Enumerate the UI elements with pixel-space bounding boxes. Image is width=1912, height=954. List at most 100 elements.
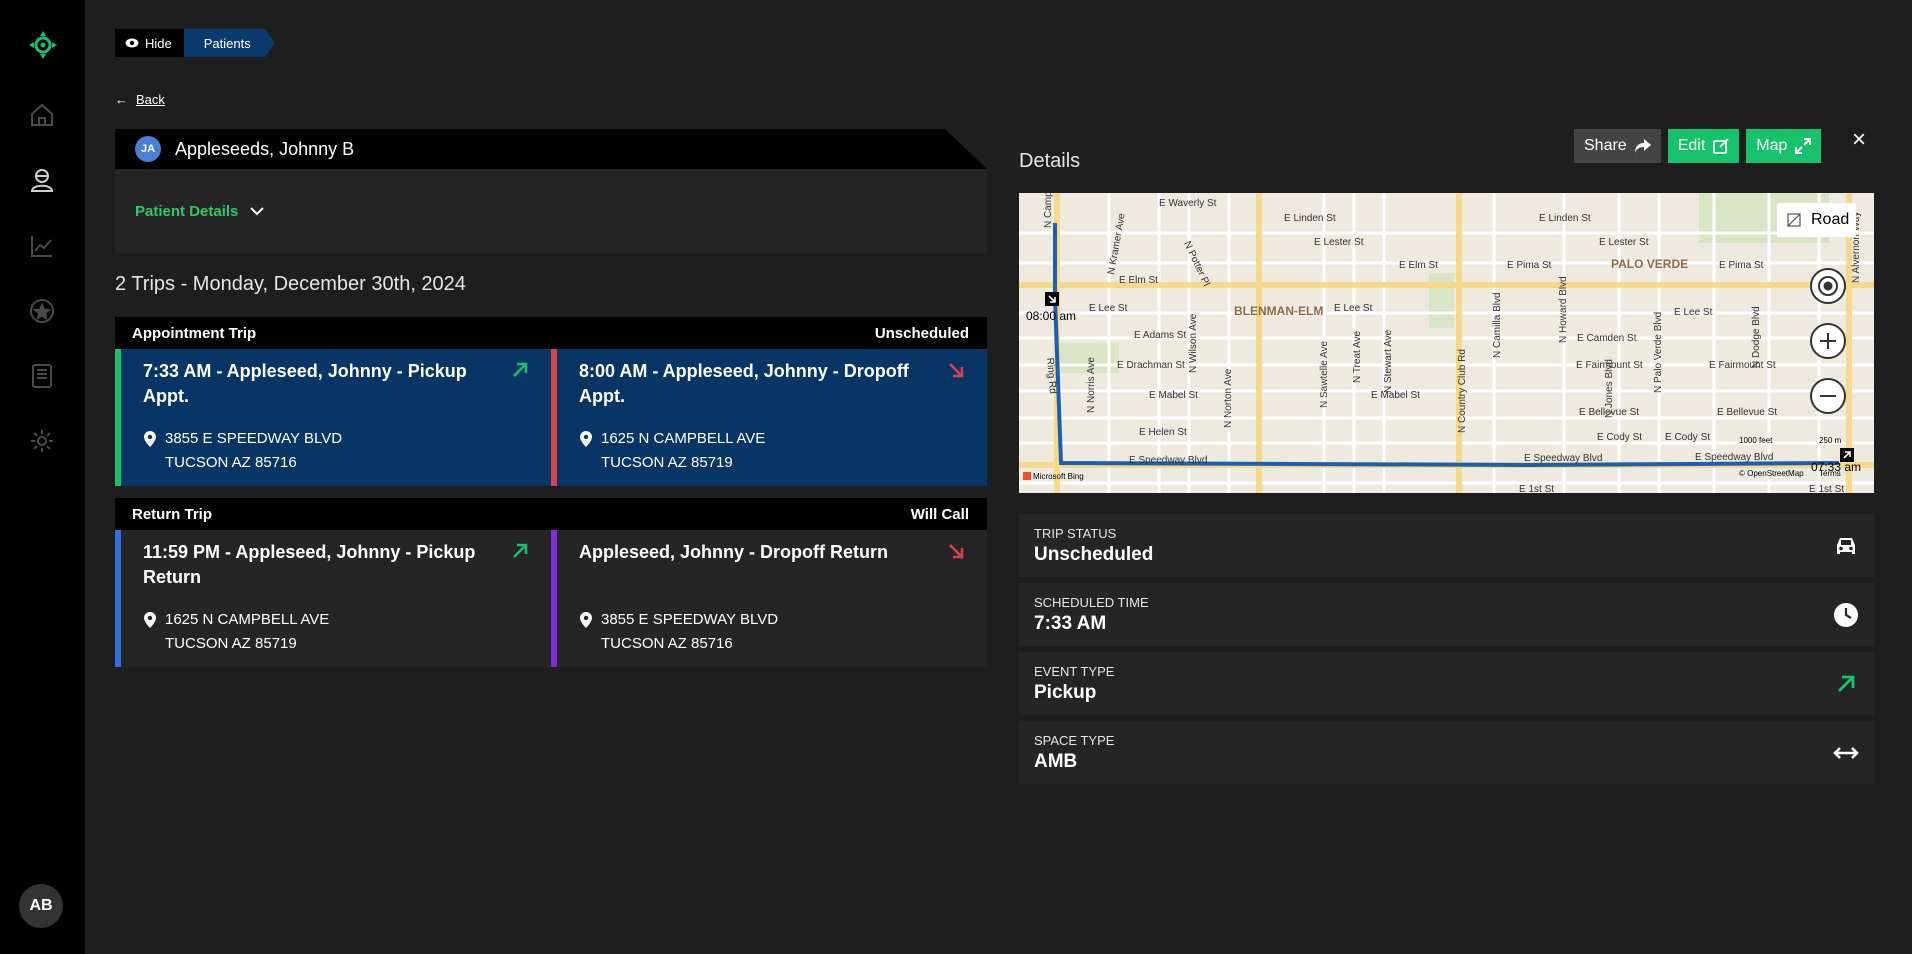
patient-name: Appleseeds, Johnny B — [175, 138, 355, 159]
map-label: Map — [1756, 137, 1788, 154]
neighborhood-label: BLENMAN-ELM — [1234, 304, 1323, 318]
map-attribution: © OpenStreetMap — [1739, 469, 1804, 478]
street-label: E Lester St — [1314, 237, 1364, 248]
space-type-card: SPACE TYPE AMB — [1019, 721, 1874, 784]
trips-title: 2 Trips - Monday, December 30th, 2024 — [115, 273, 466, 295]
info-key: SPACE TYPE — [1034, 733, 1115, 748]
dropoff-time-label: 08:00 am — [1026, 309, 1076, 323]
street-label: E Speedway Blvd — [1524, 453, 1602, 464]
street-label: E Waverly St — [1159, 198, 1217, 209]
patient-header: JA Appleseeds, Johnny B — [115, 129, 987, 169]
street-label: N Palo Verde Blvd — [1653, 312, 1664, 393]
map-style-toggle[interactable]: Road — [1777, 203, 1856, 237]
hide-label: Hide — [145, 35, 172, 51]
patient-avatar: JA — [135, 136, 161, 162]
map-terms[interactable]: Terms — [1819, 469, 1841, 478]
street-label: E Lee St — [1089, 303, 1128, 314]
settings-icon[interactable] — [28, 427, 56, 455]
address-line1: 3855 E SPEEDWAY BLVD — [601, 611, 779, 628]
map-expand-button[interactable]: Map — [1746, 129, 1822, 163]
street-label: N Dodge Blvd — [1751, 306, 1762, 368]
clock-icon — [1834, 603, 1858, 627]
street-label: E Elm St — [1399, 260, 1438, 271]
book-icon[interactable] — [28, 362, 56, 390]
trip-leg-card[interactable]: Appleseed, Johnny - Dropoff Return 3855 … — [551, 530, 987, 667]
street-label: E Pima St — [1719, 260, 1764, 271]
info-key: TRIP STATUS — [1034, 526, 1117, 541]
arrow-down-right-icon — [949, 363, 964, 378]
street-label: E Cody St — [1665, 432, 1710, 443]
trip-header: Appointment Trip Unscheduled — [115, 317, 987, 349]
back-label: Back — [136, 92, 165, 107]
street-label: E Elm St — [1119, 275, 1158, 286]
info-key: EVENT TYPE — [1034, 664, 1115, 679]
street-label: N Norris Ave — [1086, 357, 1097, 413]
street-label: N Country Club Rd — [1457, 349, 1468, 433]
street-label: N Norton Ave — [1223, 368, 1234, 428]
trip-status: Will Call — [910, 505, 969, 523]
neighborhood-label: PALO VERDE — [1611, 257, 1688, 271]
car-icon — [1837, 538, 1855, 554]
info-value: Unscheduled — [1034, 544, 1154, 565]
chevron-down-icon — [250, 206, 265, 215]
street-label: N Treat Ave — [1352, 330, 1363, 383]
street-label: E Lee St — [1674, 307, 1713, 318]
bing-logo: Microsoft Bing — [1033, 472, 1084, 481]
edit-button[interactable]: Edit — [1667, 129, 1740, 163]
trip-leg-card[interactable]: 11:59 PM - Appleseed, Johnny - Pickup Re… — [115, 530, 551, 667]
arrow-down-right-icon — [949, 544, 964, 559]
patient-details-label: Patient Details — [135, 202, 239, 220]
breadcrumb: Hide Patients — [115, 29, 275, 57]
user-avatar[interactable]: AB — [19, 884, 63, 928]
info-value: Pickup — [1034, 682, 1097, 703]
home-icon[interactable] — [28, 101, 56, 129]
patient-icon[interactable] — [28, 166, 56, 194]
address-line2: TUCSON AZ 85719 — [165, 635, 297, 652]
arrows-horizontal-icon — [1833, 747, 1859, 759]
breadcrumb-patients[interactable]: Patients — [183, 29, 275, 57]
close-icon[interactable]: × — [1852, 126, 1866, 154]
locate-me-button[interactable] — [1810, 268, 1846, 304]
street-label: N Camilla Blvd — [1492, 292, 1503, 358]
zoom-out-button[interactable] — [1810, 378, 1846, 414]
street-label: N Wilson Ave — [1188, 313, 1199, 373]
trip-leg-card[interactable]: 7:33 AM - Appleseed, Johnny - Pickup App… — [115, 349, 551, 486]
patient-details-toggle[interactable]: Patient Details — [115, 169, 987, 253]
favorites-icon[interactable] — [28, 297, 56, 325]
sidebar: AB — [0, 0, 85, 954]
street-label: E Pima St — [1507, 260, 1552, 271]
trip-header: Return Trip Will Call — [115, 498, 987, 530]
arrow-up-right-icon — [513, 362, 528, 377]
info-key: SCHEDULED TIME — [1034, 595, 1149, 610]
street-label: N Sawtelle Ave — [1319, 340, 1330, 408]
address-line1: 1625 N CAMPBELL AVE — [601, 430, 766, 447]
analytics-icon[interactable] — [28, 232, 56, 260]
street-label: N Jones Blvd — [1604, 359, 1615, 418]
street-label: E Drachman St — [1117, 360, 1185, 371]
plus-icon — [1820, 333, 1836, 349]
details-toolbar: Share Edit Map — [1574, 129, 1822, 163]
leg-title: 8:00 AM - Appleseed, Johnny - Dropoff Ap… — [579, 361, 909, 406]
address-line2: TUCSON AZ 85719 — [601, 454, 733, 471]
map-canvas[interactable]: E Waverly St E Linden St E Linden St E L… — [1019, 193, 1874, 493]
trip-label: Appointment Trip — [132, 324, 257, 342]
target-icon — [1818, 276, 1838, 296]
trip-leg-card[interactable]: 8:00 AM - Appleseed, Johnny - Dropoff Ap… — [551, 349, 987, 486]
trip-status-card: TRIP STATUS Unscheduled — [1019, 514, 1874, 577]
trip-status: Unscheduled — [874, 324, 969, 342]
route-map[interactable]: E Waverly St E Linden St E Linden St E L… — [1019, 193, 1874, 493]
logo-icon[interactable] — [29, 31, 57, 59]
location-pin-icon — [580, 431, 592, 447]
return-trip: Return Trip Will Call 11:59 PM - Applese… — [115, 498, 987, 667]
hide-toggle[interactable]: Hide — [115, 29, 194, 57]
street-label: E Mabel St — [1371, 390, 1420, 401]
back-link[interactable]: ← Back — [115, 92, 165, 107]
zoom-in-button[interactable] — [1810, 323, 1846, 359]
street-label: E Helen St — [1139, 427, 1187, 438]
street-label: E Fairmount St — [1709, 360, 1776, 371]
share-button[interactable]: Share — [1574, 129, 1661, 163]
leg-title: Appleseed, Johnny - Dropoff Return — [579, 542, 889, 562]
street-label: E Bellevue St — [1717, 407, 1777, 418]
scheduled-time-card: SCHEDULED TIME 7:33 AM — [1019, 583, 1874, 646]
location-pin-icon — [144, 612, 156, 628]
